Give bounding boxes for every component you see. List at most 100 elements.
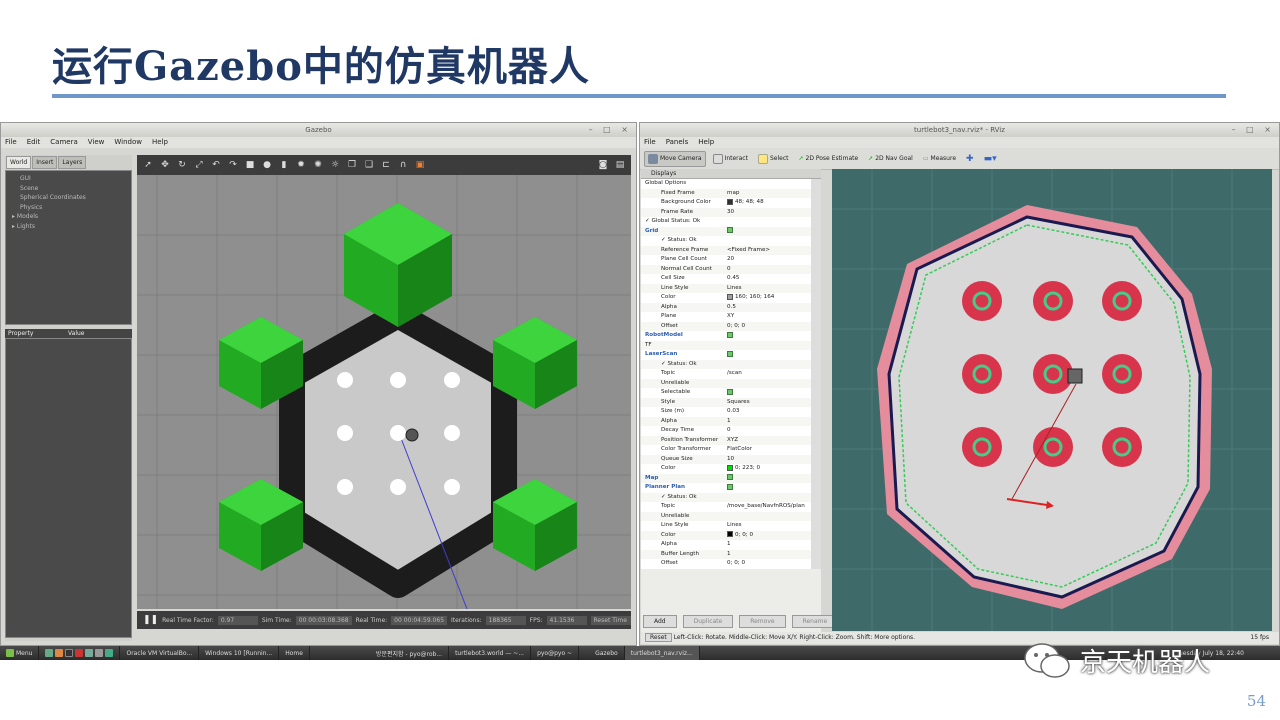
- tool-2d-nav-goal[interactable]: ➚ 2D Nav Goal: [865, 153, 916, 164]
- tab-layers[interactable]: Layers: [58, 156, 87, 169]
- display-row-value[interactable]: FlatColor: [727, 445, 811, 455]
- display-row-value[interactable]: Squares: [727, 398, 811, 408]
- display-row[interactable]: ✓ Status: Ok: [641, 493, 811, 503]
- task-terminal[interactable]: pyo@pyo ~: [531, 646, 580, 660]
- tree-item-scene[interactable]: Scene: [20, 184, 131, 194]
- snap-icon[interactable]: ∩: [398, 160, 408, 170]
- align-icon[interactable]: ⊏: [381, 160, 391, 170]
- display-row-value[interactable]: XYZ: [727, 436, 811, 446]
- display-row-value[interactable]: 0: [727, 426, 811, 436]
- folder-icon[interactable]: [85, 649, 94, 657]
- enabled-checkbox[interactable]: [727, 474, 733, 480]
- display-row-value[interactable]: 0.5: [727, 303, 811, 313]
- display-row-value[interactable]: [727, 493, 811, 503]
- enabled-checkbox[interactable]: [727, 227, 733, 233]
- menu-edit[interactable]: Edit: [27, 137, 41, 148]
- display-row[interactable]: Fixed Frame map: [641, 189, 811, 199]
- settings-icon[interactable]: [95, 649, 104, 657]
- display-row[interactable]: Plane Cell Count 20: [641, 255, 811, 265]
- display-row-value[interactable]: map: [727, 189, 811, 199]
- display-row-value[interactable]: Lines: [727, 521, 811, 531]
- task-virtualbox[interactable]: Oracle VM VirtualBo...: [120, 646, 200, 660]
- display-row-value[interactable]: 10: [727, 455, 811, 465]
- menu-panels[interactable]: Panels: [666, 137, 689, 148]
- task-mail[interactable]: 방문편지함 - pyo@rob...: [370, 646, 450, 660]
- enabled-checkbox[interactable]: [727, 331, 733, 338]
- display-row-value[interactable]: [727, 379, 811, 389]
- tool-move-camera[interactable]: Move Camera: [644, 150, 706, 167]
- display-row-value[interactable]: /scan: [727, 369, 811, 379]
- box-shape-icon[interactable]: ■: [245, 160, 255, 170]
- tab-world[interactable]: World: [6, 156, 32, 169]
- scale-icon[interactable]: ⤢: [194, 160, 204, 170]
- display-row[interactable]: Background Color 48; 48; 48: [641, 198, 811, 208]
- enabled-checkbox[interactable]: [727, 350, 733, 357]
- select-arrow-icon[interactable]: ➚: [143, 160, 153, 170]
- app-icon[interactable]: [75, 649, 84, 657]
- robot-model[interactable]: [1067, 368, 1083, 384]
- display-row-value[interactable]: [727, 388, 811, 398]
- directional-light-icon[interactable]: ☼: [330, 160, 340, 170]
- display-row-value[interactable]: 160; 160; 164: [727, 293, 811, 303]
- display-row[interactable]: Topic/move_base/NavfnROS/plan: [641, 502, 811, 512]
- display-row[interactable]: Unreliable: [641, 379, 811, 389]
- tool-measure[interactable]: ▭ Measure: [920, 153, 959, 164]
- display-row[interactable]: Plane XY: [641, 312, 811, 322]
- paste-icon[interactable]: ❑: [364, 160, 374, 170]
- color-swatch[interactable]: [727, 293, 733, 300]
- browser-icon[interactable]: [55, 649, 64, 657]
- display-row-value[interactable]: 0; 0; 0: [727, 559, 811, 569]
- display-row-value[interactable]: 1: [727, 540, 811, 550]
- display-row[interactable]: Line Style Lines: [641, 521, 811, 531]
- display-row[interactable]: Selectable: [641, 388, 811, 398]
- menu-help[interactable]: Help: [698, 137, 714, 148]
- menu-camera[interactable]: Camera: [50, 137, 77, 148]
- display-row[interactable]: ✓ Status: Ok: [641, 236, 811, 246]
- display-row-value[interactable]: 0.45: [727, 274, 811, 284]
- menu-file[interactable]: File: [5, 137, 17, 148]
- display-row-value[interactable]: [727, 360, 811, 370]
- rotate-icon[interactable]: ↻: [177, 160, 187, 170]
- tree-item-spherical[interactable]: Spherical Coordinates: [20, 193, 131, 203]
- enabled-checkbox[interactable]: [727, 483, 733, 490]
- point-light-icon[interactable]: ✹: [296, 160, 306, 170]
- display-row-value[interactable]: [727, 236, 811, 246]
- display-row-value[interactable]: [727, 474, 811, 484]
- add-button[interactable]: Add: [643, 615, 677, 628]
- tree-item-lights[interactable]: ▸ Lights: [12, 222, 131, 232]
- remove-button[interactable]: Remove: [739, 615, 786, 628]
- change-view-icon[interactable]: ▣: [415, 160, 425, 170]
- display-row-value[interactable]: [727, 512, 811, 522]
- display-row-value[interactable]: /move_base/NavfnROS/plan: [727, 502, 811, 512]
- display-row-value[interactable]: 0; 223; 0: [727, 464, 811, 474]
- screenshot-icon[interactable]: ◙: [598, 160, 608, 170]
- display-row[interactable]: Cell Size 0.45: [641, 274, 811, 284]
- menu-window[interactable]: Window: [114, 137, 142, 148]
- window-controls[interactable]: – □ ×: [1232, 123, 1275, 137]
- color-swatch[interactable]: [727, 531, 733, 537]
- display-row[interactable]: Reference Frame <Fixed Frame>: [641, 246, 811, 256]
- display-row[interactable]: Decay Time 0: [641, 426, 811, 436]
- reset-button[interactable]: Reset: [645, 633, 672, 642]
- duplicate-button[interactable]: Duplicate: [682, 615, 734, 628]
- task-rviz[interactable]: turtlebot3_nav.rviz...: [624, 646, 700, 660]
- menu-view[interactable]: View: [88, 137, 105, 148]
- display-row[interactable]: Alpha 1: [641, 417, 811, 427]
- menu-file[interactable]: File: [644, 137, 656, 148]
- gazebo-3d-scene[interactable]: [137, 175, 631, 609]
- add-tool-icon[interactable]: ✚: [963, 152, 977, 166]
- enabled-checkbox[interactable]: [727, 388, 733, 395]
- display-row-value[interactable]: 0; 0; 0: [727, 531, 811, 541]
- start-menu[interactable]: Menu: [0, 646, 40, 660]
- color-swatch[interactable]: [727, 198, 733, 205]
- display-row[interactable]: Grid: [641, 227, 811, 237]
- display-row-value[interactable]: [727, 179, 811, 189]
- display-row[interactable]: Buffer Length 1: [641, 550, 811, 560]
- displays-tree[interactable]: Global Options Fixed Frame map Background C…: [641, 179, 821, 569]
- display-row[interactable]: Position Transformer XYZ: [641, 436, 811, 446]
- window-controls[interactable]: – □ ×: [589, 123, 632, 137]
- tool-2d-pose-estimate[interactable]: ➚ 2D Pose Estimate: [795, 153, 861, 164]
- display-row-value[interactable]: 30: [727, 208, 811, 218]
- redo-icon[interactable]: ↷: [228, 160, 238, 170]
- task-editor[interactable]: turtlebot3.world — ~...: [449, 646, 532, 660]
